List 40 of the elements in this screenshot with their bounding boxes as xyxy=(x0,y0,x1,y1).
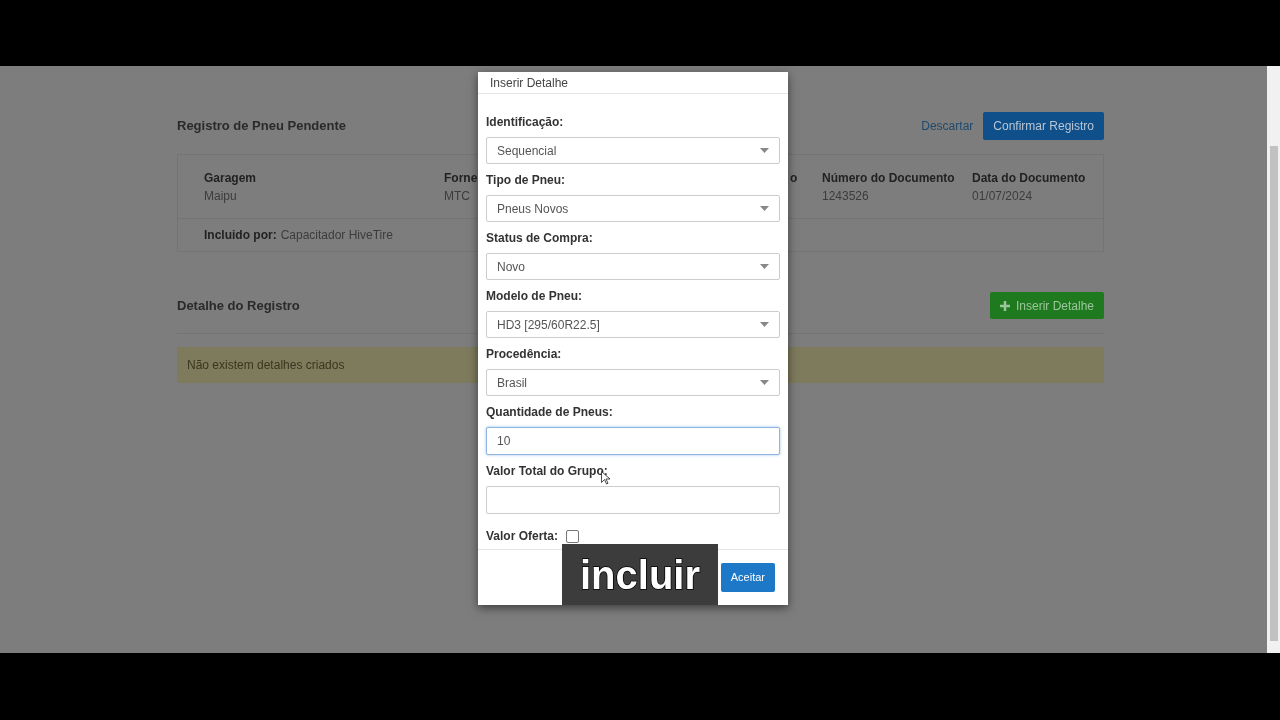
caret-icon xyxy=(760,206,769,211)
field-label: Tipo de Pneu: xyxy=(486,173,567,188)
select-field[interactable]: Brasil xyxy=(486,369,780,396)
field-label: Modelo de Pneu: xyxy=(486,289,583,304)
info-value: 1243526 xyxy=(822,188,870,205)
input-field[interactable]: 10 xyxy=(486,427,780,455)
field-label: Quantidade de Pneus: xyxy=(486,405,613,420)
checkbox[interactable] xyxy=(566,529,580,543)
field-label: Valor Oferta: xyxy=(486,528,559,545)
info-value: 01/07/2024 xyxy=(972,188,1034,205)
field-label: Identificação: xyxy=(486,115,565,130)
confirm-button[interactable]: Confirmar Registro xyxy=(983,112,1104,140)
caret-icon xyxy=(760,148,769,153)
field-label: Procedência: xyxy=(486,347,563,362)
info-label: o xyxy=(790,170,799,187)
caret-icon xyxy=(760,380,769,385)
input-field[interactable] xyxy=(486,486,780,514)
caret-icon xyxy=(760,264,769,269)
accept-button[interactable]: Aceitar xyxy=(720,563,775,592)
info-value: Maipu xyxy=(204,188,238,205)
section-title: Detalhe do Registro xyxy=(177,296,300,315)
field-label: Valor Total do Grupo: xyxy=(486,464,608,479)
caret-icon xyxy=(760,322,769,327)
caption: incluir xyxy=(562,544,718,605)
info-value: MTC xyxy=(444,188,471,205)
page-title: Registro de Pneu Pendente xyxy=(177,117,347,136)
scrollbar[interactable] xyxy=(1267,66,1280,653)
select-field[interactable]: Sequencial xyxy=(486,137,780,164)
info-label: Garagem xyxy=(204,170,258,187)
info-label: Forne xyxy=(444,170,478,187)
included-by-value: Capacitador HiveTire xyxy=(280,227,393,244)
select-field[interactable]: Novo xyxy=(486,253,780,280)
plus-icon xyxy=(999,300,1010,311)
modal-title: Inserir Detalhe xyxy=(490,74,569,92)
included-by-label: Incluido por: xyxy=(204,227,277,244)
info-label: Data do Documento xyxy=(972,170,1087,187)
field-label: Status de Compra: xyxy=(486,231,594,246)
info-label: Número do Documento xyxy=(822,170,956,187)
select-field[interactable]: HD3 [295/60R22.5] xyxy=(486,311,780,338)
select-field[interactable]: Pneus Novos xyxy=(486,195,780,222)
